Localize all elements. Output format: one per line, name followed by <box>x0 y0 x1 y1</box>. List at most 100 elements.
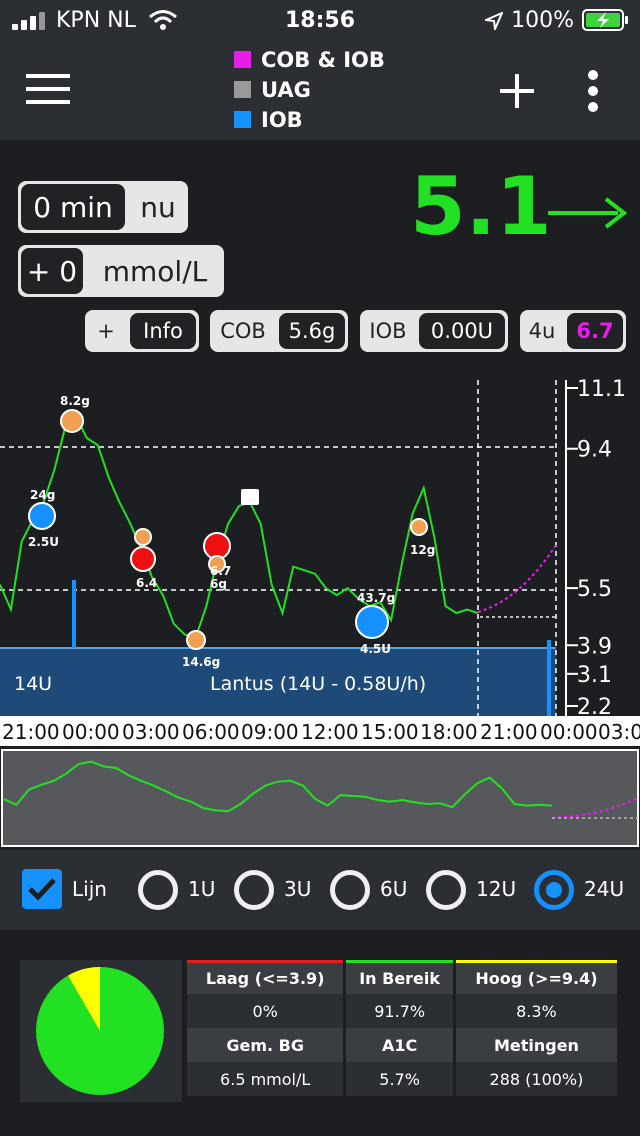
cob-pill: COB 5.6g <box>210 310 348 352</box>
basal-left-label: 14U <box>14 673 52 695</box>
high-value: 8.3% <box>455 994 617 1028</box>
radio-3u[interactable] <box>234 870 274 910</box>
y-tick-label: 11.1 <box>577 377 626 402</box>
delta-unit: mmol/L <box>102 254 208 288</box>
y-tick-label: 3.9 <box>577 634 612 659</box>
bg-check-marker[interactable] <box>130 546 156 572</box>
time-in-range-pie <box>36 967 164 1095</box>
annotation-label: 14.6g <box>182 655 220 669</box>
glucose-line <box>0 414 479 640</box>
carb-marker[interactable] <box>28 502 56 530</box>
legend-label: COB & IOB <box>261 48 385 72</box>
radio-label: 12U <box>476 877 517 901</box>
line-checkbox-label: Lijn <box>72 877 107 901</box>
range-header: In Bereik <box>346 960 453 994</box>
glucose-value: 5.1 <box>410 160 552 253</box>
iob-value: 0.00U <box>419 313 505 349</box>
annotation-label: 12g <box>410 543 435 557</box>
app-header: COB & IOB UAG IOB <box>0 40 640 140</box>
cob-label: COB <box>220 319 266 343</box>
x-tick: 03:00 <box>122 720 180 744</box>
annotation-label: 6.7 <box>210 564 231 578</box>
y-tick-label: 9.4 <box>577 438 612 463</box>
battery-charging-icon <box>582 9 628 31</box>
avg-bg-value: 6.5 mmol/L <box>187 1062 344 1096</box>
status-bar: KPN NL 18:56 100% <box>0 0 640 40</box>
radio-label: 3U <box>284 877 312 901</box>
annotation-label: 4.5U <box>360 642 391 656</box>
radio-label: 1U <box>188 877 216 901</box>
x-tick: 21:00 <box>2 720 60 744</box>
info-button[interactable]: + Info <box>85 310 199 352</box>
pie-container <box>20 960 182 1102</box>
x-tick: 15:00 <box>361 720 419 744</box>
overview-chart[interactable] <box>0 746 640 850</box>
carb-marker[interactable] <box>60 409 84 433</box>
x-tick: 21:00 <box>480 720 538 744</box>
x-tick: 03:0 <box>598 720 640 744</box>
carb-marker[interactable] <box>186 630 206 650</box>
statistics-panel: Laag (<=3.9) In Bereik Hoog (>=9.4) 0% 9… <box>20 960 620 1102</box>
info-plus: + <box>97 319 115 343</box>
stats-table: Laag (<=3.9) In Bereik Hoog (>=9.4) 0% 9… <box>184 960 620 1096</box>
cob-value: 5.6g <box>279 313 345 349</box>
iob-pill: IOB 0.00U <box>360 310 508 352</box>
add-icon[interactable] <box>500 74 534 108</box>
y-tick-label: 2.2 <box>577 695 612 716</box>
x-axis-labels: 21:00 00:00 03:00 06:00 09:00 12:00 15:0… <box>0 716 640 746</box>
delta-pill: + 0 mmol/L <box>18 245 224 297</box>
prediction-pill: 4u 6.7 <box>520 310 626 352</box>
annotation-label: 6g <box>210 577 227 591</box>
prediction-label: 4u <box>528 319 556 343</box>
prediction-line <box>477 544 557 613</box>
x-tick: 00:00 <box>540 720 598 744</box>
battery-percent: 100% <box>511 8 574 33</box>
minutes-ago-value: 0 min <box>21 184 125 230</box>
carb-marker[interactable] <box>134 528 152 546</box>
radio-12u[interactable] <box>426 870 466 910</box>
x-tick: 00:00 <box>62 720 120 744</box>
checkmark-icon <box>28 878 56 901</box>
legend-uag: UAG <box>234 78 311 102</box>
app-root: { "status_bar": { "carrier": "KPN NL", "… <box>0 0 640 1136</box>
basal-label: Lantus (14U - 0.58U/h) <box>210 673 426 695</box>
legend-swatch <box>234 81 251 98</box>
legend-label: UAG <box>261 78 311 102</box>
annotation-label: 43.7g <box>357 591 395 605</box>
legend-swatch <box>234 111 251 128</box>
annotation-label: 8.2g <box>60 394 90 408</box>
line-checkbox[interactable] <box>22 869 62 909</box>
high-header: Hoog (>=9.4) <box>455 960 617 994</box>
low-header: Laag (<=3.9) <box>187 960 344 994</box>
range-value: 91.7% <box>346 994 453 1028</box>
more-options-icon[interactable] <box>586 70 600 112</box>
readings-value: 288 (100%) <box>455 1062 617 1096</box>
radio-24u[interactable] <box>534 870 574 910</box>
a1c-value: 5.7% <box>346 1062 453 1096</box>
y-tick-label: 5.5 <box>577 577 612 602</box>
legend-label: IOB <box>261 108 303 132</box>
iob-label: IOB <box>369 319 407 343</box>
x-tick: 12:00 <box>301 720 359 744</box>
note-icon[interactable] <box>241 489 259 505</box>
x-tick: 18:00 <box>420 720 478 744</box>
delta-value: + 0 <box>21 248 83 294</box>
radio-6u[interactable] <box>330 870 370 910</box>
glucose-chart[interactable]: 14U Lantus (14U - 0.58U/h) 8.2g 24g 2.5U… <box>0 376 640 716</box>
annotation-label: 2.5U <box>28 535 59 549</box>
carb-marker[interactable] <box>410 518 428 536</box>
legend-iob: IOB <box>234 108 303 132</box>
trend-arrow-icon <box>548 197 628 229</box>
range-selector: Lijn 1U 3U 6U 12U 24U <box>0 850 640 930</box>
menu-icon[interactable] <box>26 72 70 106</box>
carb-marker[interactable] <box>355 605 389 639</box>
minutes-ago-pill: 0 min nu <box>18 181 188 233</box>
annotation-label: 24g <box>30 488 55 502</box>
y-tick-label: 3.1 <box>577 663 612 688</box>
avg-bg-header: Gem. BG <box>187 1028 344 1062</box>
radio-label: 24U <box>584 877 625 901</box>
a1c-header: A1C <box>346 1028 453 1062</box>
radio-1u[interactable] <box>138 870 178 910</box>
legend-swatch <box>234 51 251 68</box>
radio-label: 6U <box>380 877 408 901</box>
